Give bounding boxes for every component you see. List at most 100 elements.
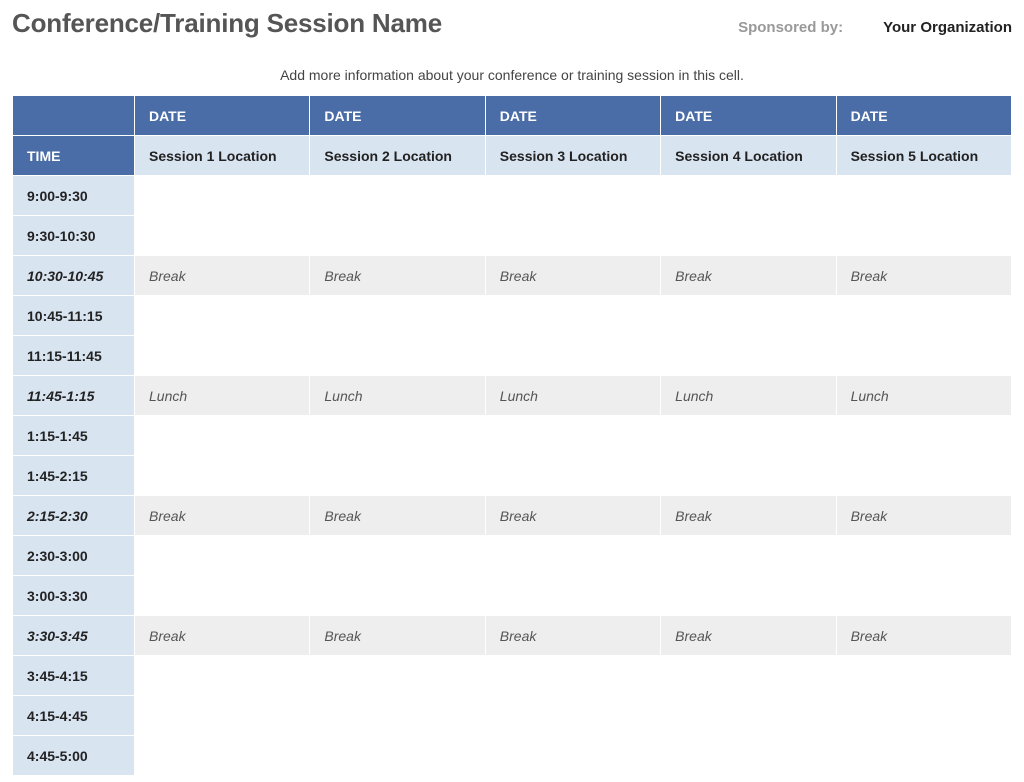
slot-cell	[485, 216, 660, 256]
slot-cell: Break	[310, 256, 485, 296]
table-row: 1:45-2:15	[13, 456, 1012, 496]
slot-cell	[310, 216, 485, 256]
slot-cell	[310, 536, 485, 576]
date-header: DATE	[135, 96, 310, 136]
header-corner-cell	[13, 96, 135, 136]
table-row: 9:30-10:30	[13, 216, 1012, 256]
table-row: 3:30-3:45BreakBreakBreakBreakBreak	[13, 616, 1012, 656]
slot-cell	[135, 456, 310, 496]
slot-cell	[135, 536, 310, 576]
slot-cell	[310, 736, 485, 776]
table-row: 9:00-9:30	[13, 176, 1012, 216]
slot-cell: Lunch	[310, 376, 485, 416]
slot-cell	[836, 536, 1011, 576]
slot-cell	[836, 456, 1011, 496]
slot-cell	[135, 656, 310, 696]
table-row: 1:15-1:45	[13, 416, 1012, 456]
slot-cell: Break	[661, 256, 836, 296]
table-row: 10:45-11:15	[13, 296, 1012, 336]
slot-cell	[836, 216, 1011, 256]
time-cell: 4:15-4:45	[13, 696, 135, 736]
schedule-body: 9:00-9:309:30-10:3010:30-10:45BreakBreak…	[13, 176, 1012, 776]
slot-cell: Break	[485, 496, 660, 536]
time-cell: 10:30-10:45	[13, 256, 135, 296]
table-row: 3:00-3:30	[13, 576, 1012, 616]
slot-cell	[661, 456, 836, 496]
slot-cell	[836, 656, 1011, 696]
slot-cell	[135, 336, 310, 376]
date-header: DATE	[661, 96, 836, 136]
time-cell: 9:00-9:30	[13, 176, 135, 216]
sponsor-block: Sponsored by: Your Organization	[738, 19, 1012, 36]
slot-cell	[135, 696, 310, 736]
slot-cell	[661, 336, 836, 376]
time-cell: 9:30-10:30	[13, 216, 135, 256]
table-row: 11:15-11:45	[13, 336, 1012, 376]
slot-cell	[661, 736, 836, 776]
organization-name: Your Organization	[883, 19, 1012, 36]
table-row: 4:45-5:00	[13, 736, 1012, 776]
slot-cell	[485, 336, 660, 376]
slot-cell	[661, 216, 836, 256]
slot-cell	[310, 696, 485, 736]
slot-cell	[310, 656, 485, 696]
location-header: Session 2 Location	[310, 136, 485, 176]
slot-cell	[836, 736, 1011, 776]
schedule-table: DATE DATE DATE DATE DATE TIME Session 1 …	[12, 95, 1012, 776]
slot-cell	[310, 576, 485, 616]
slot-cell: Break	[485, 616, 660, 656]
subtitle-text: Add more information about your conferen…	[12, 67, 1012, 83]
slot-cell	[661, 536, 836, 576]
slot-cell: Break	[661, 496, 836, 536]
slot-cell	[310, 416, 485, 456]
time-cell: 10:45-11:15	[13, 296, 135, 336]
slot-cell	[661, 696, 836, 736]
slot-cell	[485, 416, 660, 456]
time-cell: 3:45-4:15	[13, 656, 135, 696]
slot-cell: Break	[135, 496, 310, 536]
slot-cell: Break	[135, 256, 310, 296]
slot-cell	[485, 296, 660, 336]
slot-cell: Lunch	[135, 376, 310, 416]
date-header: DATE	[485, 96, 660, 136]
time-cell: 3:00-3:30	[13, 576, 135, 616]
slot-cell	[661, 576, 836, 616]
slot-cell	[836, 336, 1011, 376]
slot-cell	[310, 296, 485, 336]
slot-cell	[135, 736, 310, 776]
location-header-row: TIME Session 1 Location Session 2 Locati…	[13, 136, 1012, 176]
slot-cell: Break	[836, 256, 1011, 296]
slot-cell: Break	[836, 616, 1011, 656]
table-row: 3:45-4:15	[13, 656, 1012, 696]
slot-cell	[310, 456, 485, 496]
date-header: DATE	[310, 96, 485, 136]
time-cell: 11:45-1:15	[13, 376, 135, 416]
slot-cell	[135, 296, 310, 336]
time-cell: 1:15-1:45	[13, 416, 135, 456]
slot-cell	[485, 736, 660, 776]
slot-cell	[661, 296, 836, 336]
slot-cell	[485, 576, 660, 616]
location-header: Session 3 Location	[485, 136, 660, 176]
slot-cell: Break	[310, 496, 485, 536]
slot-cell	[485, 536, 660, 576]
slot-cell	[310, 336, 485, 376]
location-header: Session 4 Location	[661, 136, 836, 176]
slot-cell	[836, 176, 1011, 216]
slot-cell	[310, 176, 485, 216]
slot-cell	[836, 576, 1011, 616]
slot-cell	[836, 416, 1011, 456]
slot-cell	[661, 416, 836, 456]
page-title: Conference/Training Session Name	[12, 8, 442, 39]
slot-cell	[485, 696, 660, 736]
time-cell: 2:15-2:30	[13, 496, 135, 536]
table-row: 2:30-3:00	[13, 536, 1012, 576]
slot-cell: Lunch	[836, 376, 1011, 416]
table-row: 4:15-4:45	[13, 696, 1012, 736]
page-header: Conference/Training Session Name Sponsor…	[12, 8, 1012, 39]
slot-cell	[485, 456, 660, 496]
slot-cell	[135, 176, 310, 216]
slot-cell: Break	[135, 616, 310, 656]
table-row: 2:15-2:30BreakBreakBreakBreakBreak	[13, 496, 1012, 536]
slot-cell	[485, 176, 660, 216]
